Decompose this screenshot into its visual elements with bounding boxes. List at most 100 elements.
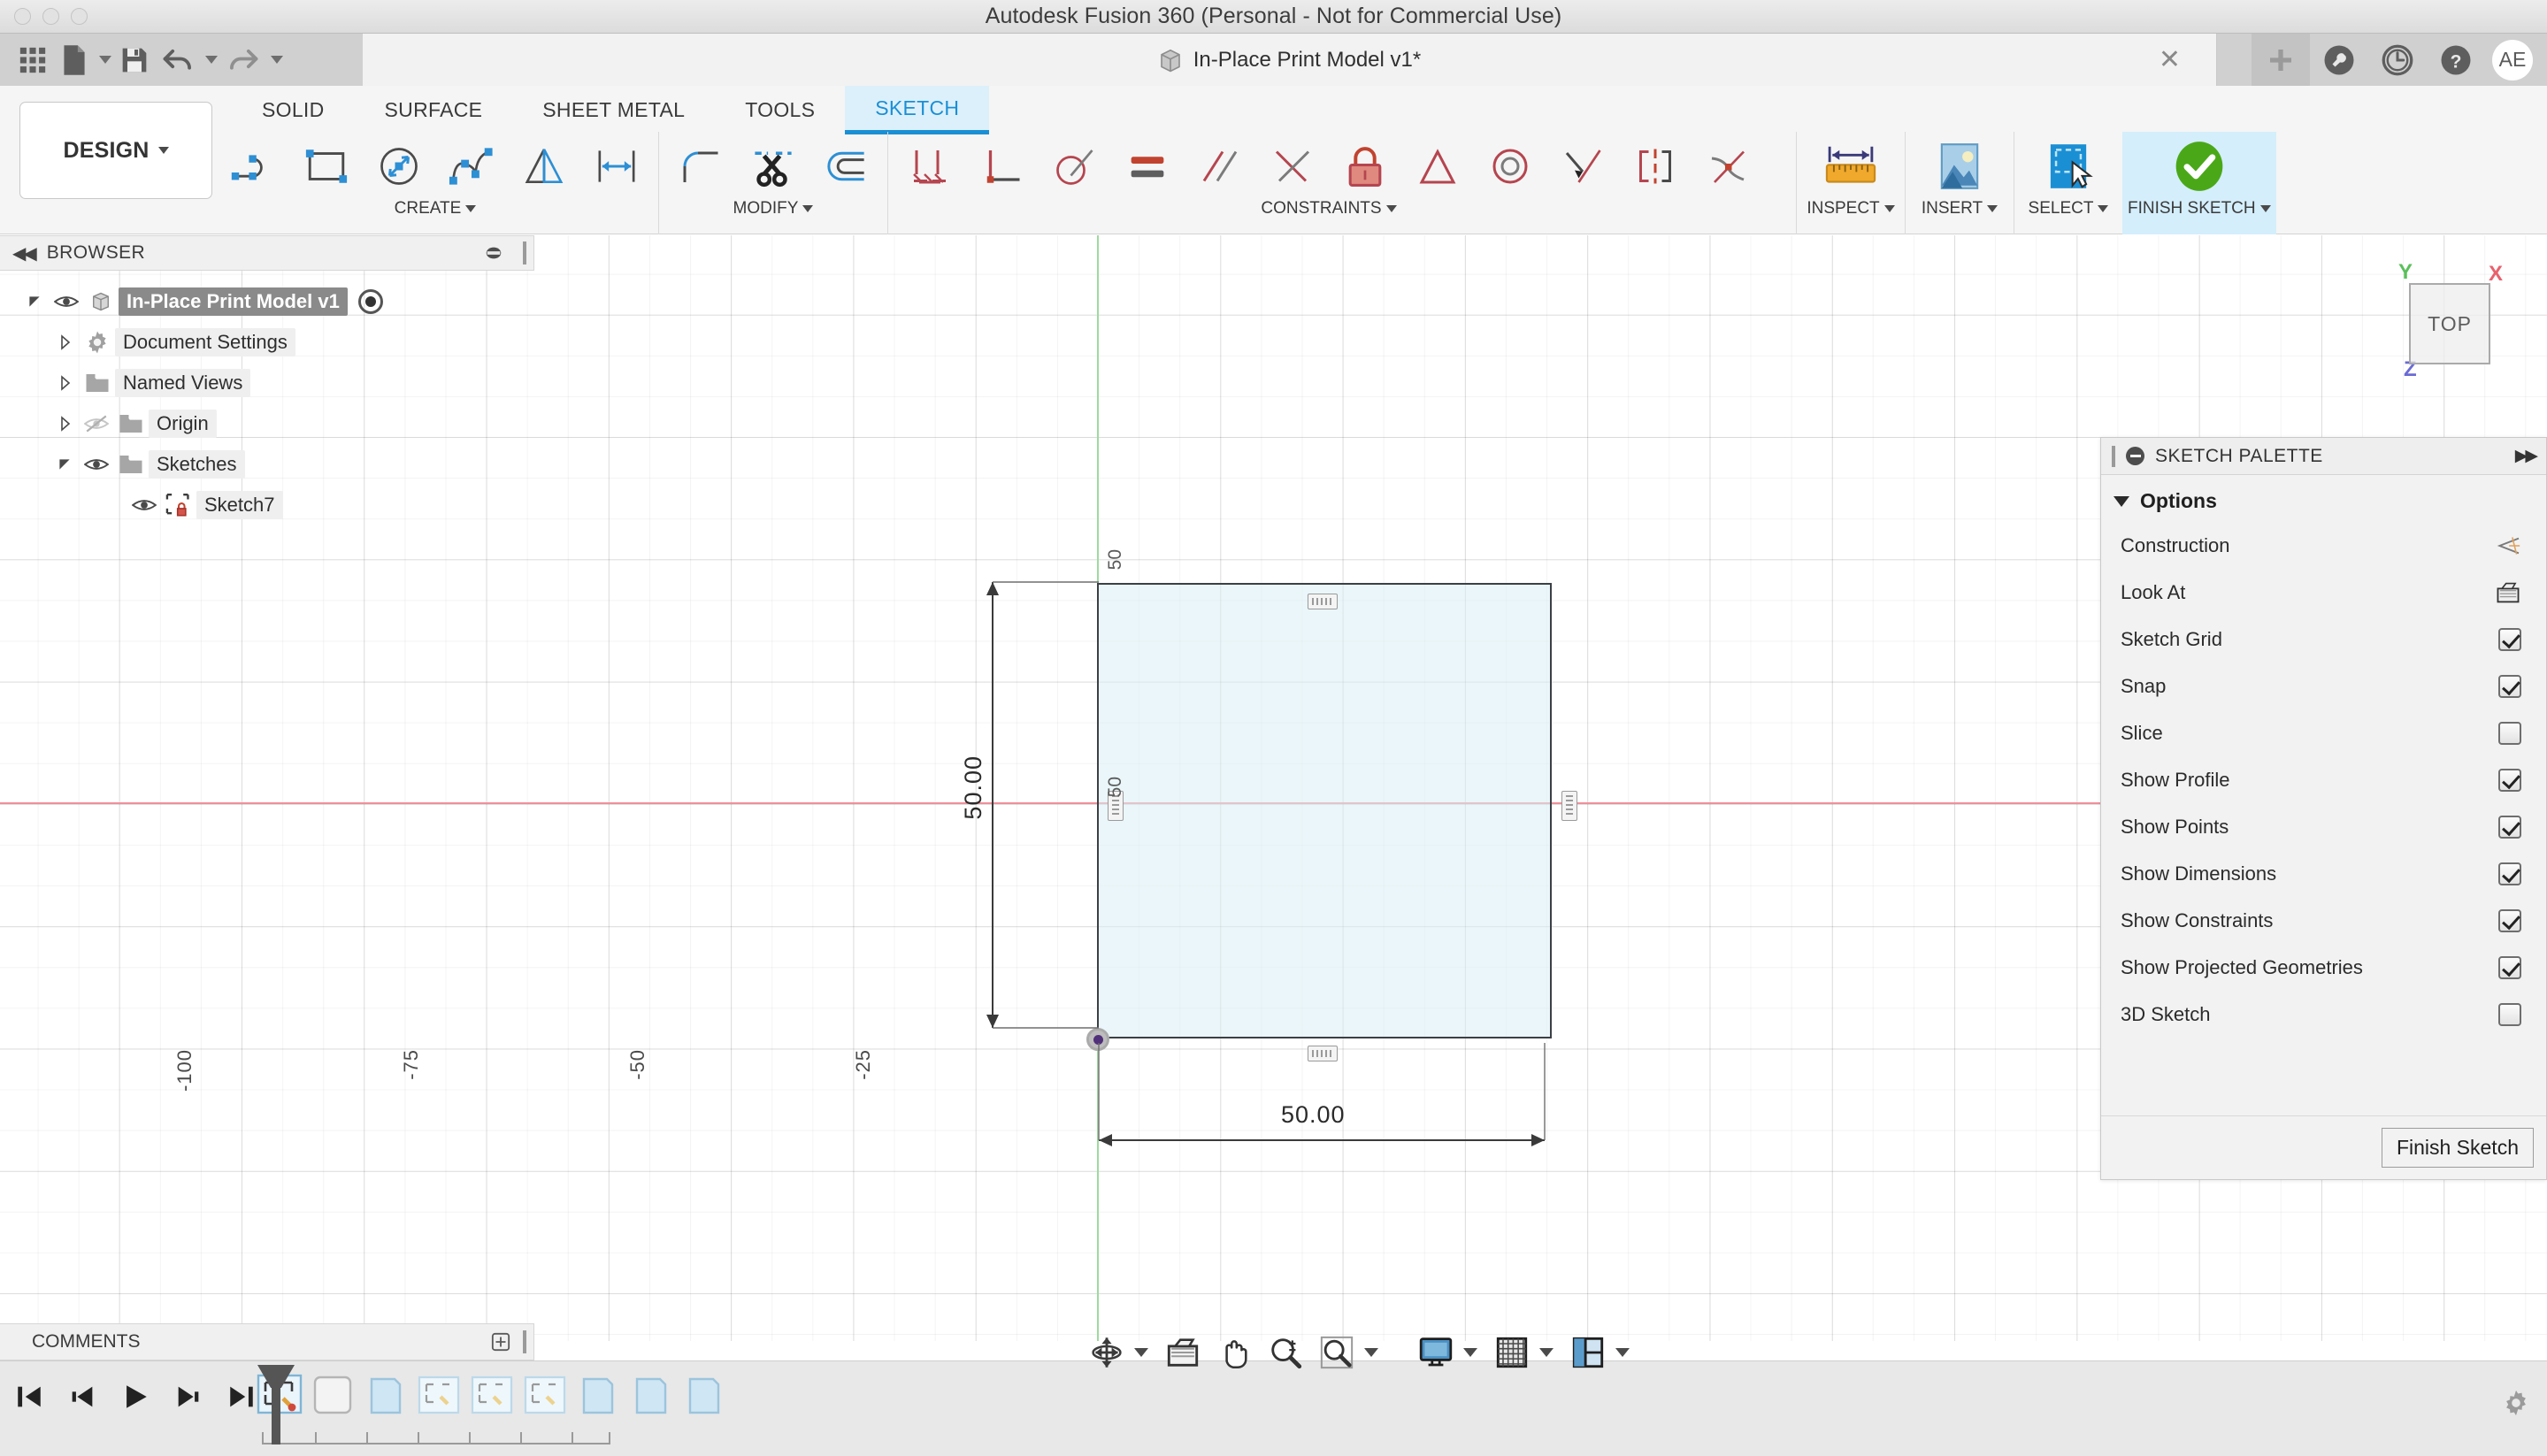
viewports-icon[interactable] [1562, 1327, 1614, 1378]
display-settings-icon[interactable] [1410, 1327, 1461, 1378]
avatar[interactable]: AE [2492, 39, 2533, 80]
jump-start-icon[interactable] [12, 1379, 46, 1414]
option-construction[interactable]: Construction [2101, 522, 2546, 569]
panel-label-inspect[interactable]: INSPECT [1807, 199, 1895, 218]
tree-item-named-views[interactable]: Named Views [0, 363, 534, 403]
show-dimensions-checkbox[interactable] [2498, 862, 2521, 885]
timeline-body-feature-4[interactable] [681, 1374, 727, 1422]
document-tab[interactable]: In-Place Print Model v1* ✕ [363, 34, 2217, 86]
activate-component-radio[interactable] [357, 289, 383, 314]
sketch-grid-checkbox[interactable] [2498, 627, 2521, 651]
expander-closed-icon[interactable] [50, 375, 80, 391]
expander-open-icon[interactable] [50, 456, 80, 472]
look-at-icon[interactable] [2495, 581, 2521, 604]
slice-checkbox[interactable] [2498, 721, 2521, 745]
edge-dimension-top[interactable]: 50 [1105, 549, 1126, 570]
equal-icon[interactable] [1111, 132, 1184, 201]
undo-icon[interactable] [157, 41, 198, 80]
timeline-sketch-feature-2[interactable] [416, 1374, 462, 1422]
orbit-dropdown-caret[interactable] [1134, 1348, 1148, 1357]
tree-item-in-place-print-model[interactable]: In-Place Print Model v1 [0, 281, 534, 322]
vertical-dimension-value[interactable]: 50.00 [960, 755, 987, 820]
offset-icon[interactable] [809, 132, 882, 201]
help-icon[interactable]: ? [2427, 34, 2485, 86]
option-show-profile[interactable]: Show Profile [2101, 756, 2546, 803]
workspace-switcher-button[interactable]: DESIGN [19, 102, 212, 199]
coincident-icon[interactable] [894, 132, 966, 201]
tree-item-document-settings[interactable]: Document Settings [0, 322, 534, 363]
palette-drag-grip[interactable] [2112, 445, 2115, 467]
horizontal-dimension-value[interactable]: 50.00 [1281, 1101, 1346, 1129]
add-comment-icon[interactable] [491, 1332, 510, 1352]
select-cursor-icon[interactable] [2020, 132, 2117, 201]
snap-checkbox[interactable] [2498, 674, 2521, 698]
timeline-extrude-feature[interactable] [310, 1374, 356, 1422]
expander-open-icon[interactable] [19, 294, 50, 310]
rectangle-icon[interactable] [290, 132, 363, 201]
visibility-eye-icon[interactable] [80, 456, 113, 473]
visibility-eye-off-icon[interactable] [80, 414, 113, 433]
fit-window-icon[interactable] [1311, 1327, 1362, 1378]
tab-solid[interactable]: SOLID [232, 86, 355, 134]
fix-lock-icon[interactable] [1329, 132, 1401, 201]
tab-sheet-metal[interactable]: SHEET METAL [512, 86, 715, 134]
step-back-icon[interactable] [65, 1379, 99, 1414]
show-constraints-checkbox[interactable] [2498, 908, 2521, 932]
tangent-icon[interactable] [1039, 132, 1111, 201]
grid-snaps-dropdown-caret[interactable] [1539, 1348, 1554, 1357]
timeline-body-feature-2[interactable] [575, 1374, 621, 1422]
sketch-rectangle-profile[interactable] [1097, 583, 1552, 1038]
perpendicular-icon[interactable] [966, 132, 1039, 201]
show-projected-geometries-checkbox[interactable] [2498, 955, 2521, 979]
show-profile-checkbox[interactable] [2498, 768, 2521, 792]
play-icon[interactable] [119, 1379, 152, 1414]
option-snap[interactable]: Snap [2101, 663, 2546, 709]
collapse-palette-icon[interactable] [2126, 447, 2144, 465]
tab-surface[interactable]: SURFACE [355, 86, 513, 134]
option-sketch-grid[interactable]: Sketch Grid [2101, 616, 2546, 663]
new-file-icon[interactable] [57, 41, 92, 80]
panel-label-finish-sketch[interactable]: FINISH SKETCH [2128, 199, 2271, 218]
line-icon[interactable] [218, 132, 290, 201]
view-cube-top-face[interactable]: TOP [2409, 283, 2490, 364]
fit-dropdown-caret[interactable] [1364, 1348, 1378, 1357]
fillet-icon[interactable] [664, 132, 737, 201]
orbit-icon[interactable] [1081, 1327, 1132, 1378]
tree-item-sketches[interactable]: Sketches [0, 444, 534, 485]
option-slice[interactable]: Slice [2101, 709, 2546, 756]
browser-resize-grip[interactable] [523, 241, 526, 264]
expander-closed-icon[interactable] [50, 416, 80, 432]
symmetry-icon[interactable] [1619, 132, 1692, 201]
timeline-body-feature[interactable] [363, 1374, 409, 1422]
expander-closed-icon[interactable] [50, 334, 80, 350]
trim-scissors-icon[interactable] [737, 132, 809, 201]
tab-tools[interactable]: TOOLS [715, 86, 845, 134]
spline-icon[interactable] [435, 132, 508, 201]
wrench-icon[interactable] [2310, 34, 2368, 86]
sketch-dimension-icon[interactable] [580, 132, 653, 201]
construction-icon[interactable] [2495, 535, 2521, 556]
timeline-sketch-feature-3[interactable] [469, 1374, 515, 1422]
insert-image-icon[interactable] [1911, 132, 2008, 201]
measure-icon[interactable] [1802, 132, 1899, 201]
close-document-icon[interactable]: ✕ [2159, 46, 2181, 73]
view-cube[interactable]: Y X Z TOP [2368, 258, 2528, 391]
panel-label-create[interactable]: CREATE [395, 199, 477, 218]
option-show-points[interactable]: Show Points [2101, 803, 2546, 850]
tree-item-origin[interactable]: Origin [0, 403, 534, 444]
panel-label-modify[interactable]: MODIFY [733, 199, 814, 218]
option-look-at[interactable]: Look At [2101, 569, 2546, 616]
tab-sketch[interactable]: SKETCH [845, 86, 990, 134]
look-at-icon[interactable] [1157, 1327, 1208, 1378]
timeline-sketch-feature-4[interactable] [522, 1374, 568, 1422]
comments-resize-grip[interactable] [523, 1330, 526, 1353]
horizontal-vertical-icon[interactable] [1401, 132, 1474, 201]
display-settings-dropdown-caret[interactable] [1463, 1348, 1477, 1357]
finish-sketch-check-icon[interactable] [2151, 132, 2248, 201]
concentric-icon[interactable] [1474, 132, 1546, 201]
comments-panel[interactable]: COMMENTS [0, 1323, 534, 1360]
option-show-projected-geometries[interactable]: Show Projected Geometries [2101, 944, 2546, 991]
vertical-constraint-right-icon[interactable] [1561, 791, 1577, 821]
circle-icon[interactable] [363, 132, 435, 201]
curvature-icon[interactable] [1692, 132, 1764, 201]
